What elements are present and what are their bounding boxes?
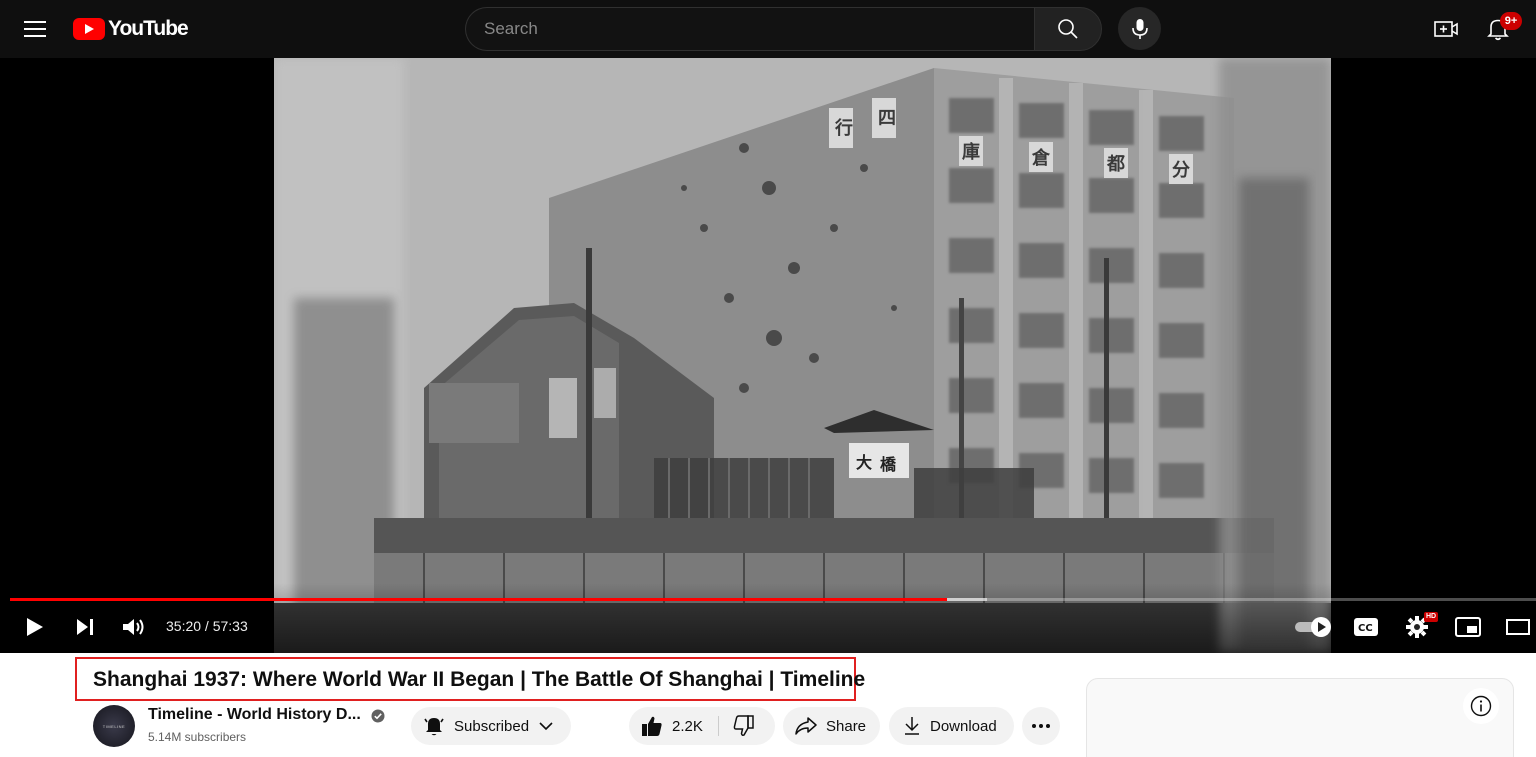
youtube-play-logo-icon <box>73 18 105 40</box>
mute-button[interactable] <box>121 614 147 640</box>
side-panel-card <box>1086 678 1514 757</box>
search-button[interactable] <box>1034 7 1102 51</box>
info-icon <box>1470 695 1492 717</box>
hamburger-menu-icon[interactable] <box>19 13 51 45</box>
frame-sign-6: 分 <box>1172 160 1190 181</box>
video-still-image: 四 行 庫 倉 都 分 大 橋 <box>274 58 1331 653</box>
logo-text: YouTube <box>108 17 189 40</box>
miniplayer-button[interactable] <box>1454 614 1482 640</box>
thumbs-down-icon <box>733 715 754 737</box>
miniplayer-icon <box>1455 617 1481 637</box>
svg-text:CC: CC <box>1358 623 1373 634</box>
subscribed-label: Subscribed <box>454 717 530 735</box>
frame-sign-1: 四 <box>878 108 896 129</box>
verified-badge-icon <box>371 709 385 723</box>
video-frame[interactable]: 四 行 庫 倉 都 分 大 橋 <box>274 58 1331 653</box>
search-icon <box>1058 19 1078 39</box>
hd-badge: HD <box>1424 612 1439 622</box>
theater-mode-button[interactable] <box>1505 614 1533 640</box>
like-divider <box>718 716 719 736</box>
next-video-button[interactable] <box>73 614 97 640</box>
frame-sign-5: 都 <box>1106 154 1125 175</box>
like-count: 2.2K <box>672 717 703 735</box>
autoplay-toggle-icon <box>1295 617 1331 637</box>
play-button[interactable] <box>22 614 48 640</box>
frame-sign-8: 橋 <box>880 455 897 474</box>
create-button[interactable] <box>1430 13 1462 45</box>
search-box <box>465 7 1035 51</box>
volume-icon <box>123 619 144 635</box>
like-button[interactable]: 2.2K <box>641 715 703 737</box>
progress-played <box>10 598 947 601</box>
play-icon <box>27 618 43 636</box>
channel-name[interactable]: Timeline - World History D... <box>148 706 361 724</box>
avatar-logo-text: TIMELINE <box>102 723 126 729</box>
microphone-icon <box>1131 18 1148 39</box>
more-horizontal-icon <box>1032 724 1050 728</box>
theater-mode-icon <box>1506 619 1530 635</box>
subscribed-button[interactable]: Subscribed <box>411 707 571 745</box>
video-player[interactable]: 四 行 庫 倉 都 分 大 橋 35:20 / 57:33 CC HD <box>0 58 1536 653</box>
create-video-icon <box>1434 21 1458 37</box>
subtitles-button[interactable]: CC <box>1352 614 1380 640</box>
autoplay-toggle[interactable] <box>1294 614 1332 640</box>
share-button[interactable]: Share <box>783 707 880 745</box>
channel-avatar[interactable]: TIMELINE <box>93 705 135 747</box>
notification-count-badge: 9+ <box>1500 12 1522 30</box>
frame-sign-4: 倉 <box>1031 147 1051 169</box>
download-label: Download <box>930 717 997 735</box>
search-input[interactable] <box>466 8 1035 50</box>
frame-sign-3: 庫 <box>962 141 980 163</box>
download-button[interactable]: Download <box>889 707 1014 745</box>
subscriber-count: 5.14M subscribers <box>148 730 247 744</box>
dislike-button[interactable] <box>732 715 754 741</box>
youtube-logo[interactable]: YouTube <box>73 16 189 42</box>
video-title: Shanghai 1937: Where World War II Began … <box>93 668 866 691</box>
progress-bar[interactable] <box>10 598 1536 601</box>
skip-next-icon <box>77 619 93 635</box>
frame-sign-7: 大 <box>856 453 872 472</box>
frame-sign-2: 行 <box>834 117 853 139</box>
info-button[interactable] <box>1463 688 1499 724</box>
share-label: Share <box>826 717 867 735</box>
more-actions-button[interactable] <box>1022 707 1060 745</box>
voice-search-button[interactable] <box>1118 7 1161 50</box>
time-display: 35:20 / 57:33 <box>166 618 248 634</box>
title-highlight-box: Shanghai 1937: Where World War II Began … <box>75 657 865 701</box>
download-icon <box>905 717 919 735</box>
share-arrow-icon <box>795 717 817 735</box>
closed-captions-icon: CC <box>1354 618 1378 636</box>
bell-filled-icon <box>424 718 444 736</box>
chevron-down-icon <box>539 722 553 731</box>
top-bar: YouTube 9+ <box>0 0 1536 58</box>
thumbs-up-filled-icon <box>642 716 662 736</box>
like-dislike-group: 2.2K <box>629 707 775 745</box>
